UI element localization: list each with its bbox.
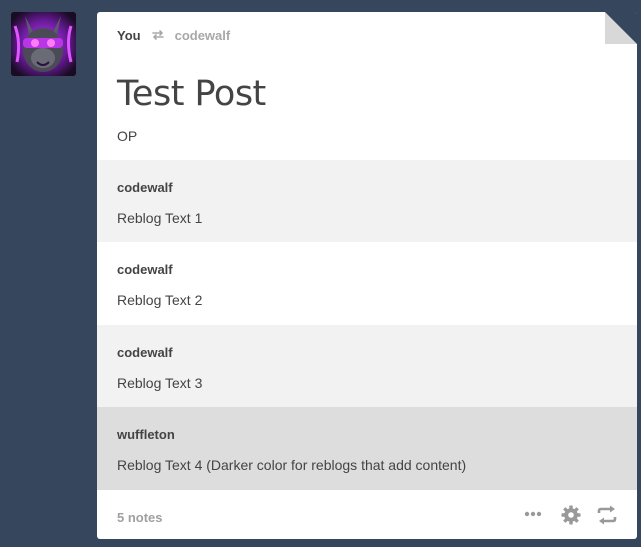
reblog-author-link[interactable]: wuffleton	[117, 427, 175, 442]
reblog-author-link[interactable]: codewalf	[117, 180, 173, 195]
post-header: You codewalf	[117, 27, 230, 43]
reblog-icon[interactable]	[596, 505, 618, 525]
notes-count-link[interactable]: 5 notes	[117, 510, 163, 525]
reblog-item: codewalf Reblog Text 2	[97, 242, 637, 325]
reblog-text: Reblog Text 2	[117, 292, 203, 308]
post-body-text: OP	[117, 128, 138, 144]
reblog-item: wuffleton Reblog Text 4 (Darker color fo…	[97, 407, 637, 490]
reblog-text: Reblog Text 1	[117, 210, 203, 226]
reblog-item: codewalf Reblog Text 3	[97, 325, 637, 407]
post-title: Test Post	[117, 74, 266, 114]
avatar[interactable]	[11, 12, 76, 76]
header-source-link[interactable]: codewalf	[175, 28, 231, 43]
avatar-image	[11, 12, 76, 76]
post-card: You codewalf Test Post OP codewalf Reblo…	[97, 12, 637, 539]
gear-icon[interactable]	[561, 505, 581, 525]
reblog-author-link[interactable]: codewalf	[117, 262, 173, 277]
more-icon[interactable]	[524, 511, 542, 517]
reblog-text: Reblog Text 4 (Darker color for reblogs …	[117, 457, 467, 473]
header-user-link[interactable]: You	[117, 28, 141, 43]
reblog-author-link[interactable]: codewalf	[117, 345, 173, 360]
reblog-text: Reblog Text 3	[117, 375, 203, 391]
reblog-icon	[151, 30, 164, 40]
corner-fold	[605, 12, 637, 44]
reblog-item: codewalf Reblog Text 1	[97, 160, 637, 242]
post-footer: 5 notes	[97, 490, 637, 539]
